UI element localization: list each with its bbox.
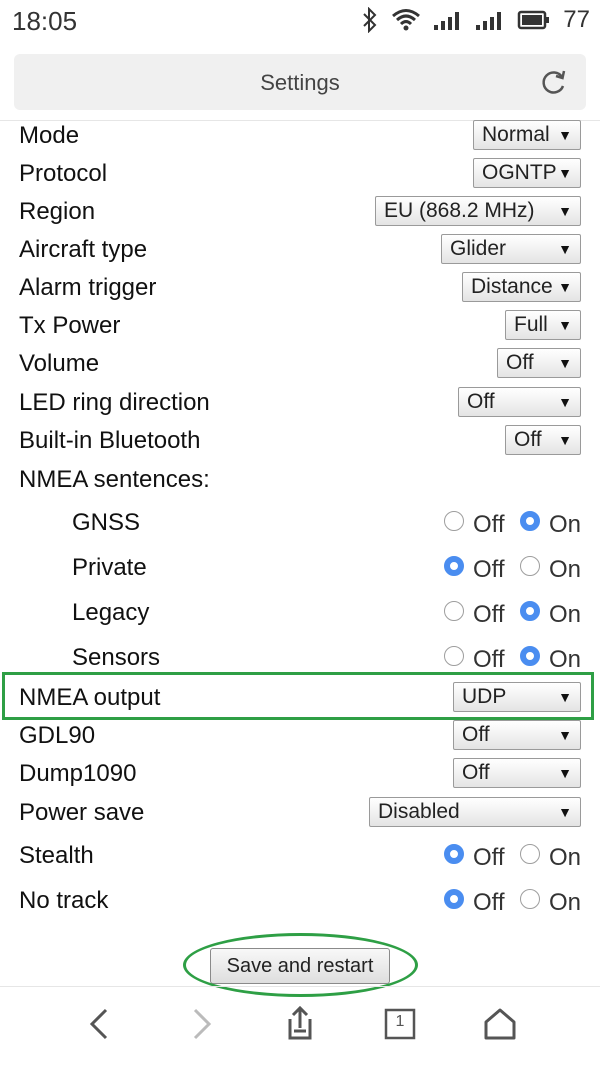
region-select[interactable]: EU (868.2 MHz) ▼ (375, 196, 581, 226)
status-bar: 18:05 77 (0, 0, 600, 44)
share-icon[interactable] (280, 1004, 320, 1044)
bluetooth-icon (361, 7, 379, 33)
setting-label: Tx Power (19, 312, 121, 339)
setting-label: Protocol (19, 160, 108, 187)
setting-label: Region (19, 198, 96, 225)
page-title: Settings (260, 70, 340, 95)
gdl90-select[interactable]: Off ▼ (453, 720, 581, 750)
back-icon[interactable] (80, 1004, 120, 1044)
dropdown-arrow-icon: ▼ (558, 765, 572, 781)
no-track-off-radio[interactable] (444, 889, 464, 909)
dropdown-arrow-icon: ▼ (558, 241, 572, 257)
private-on-radio[interactable] (520, 556, 540, 576)
tabs-button[interactable]: 1 (380, 1004, 420, 1044)
sensors-on-radio[interactable] (520, 646, 540, 666)
mode-select[interactable]: Normal ▼ (473, 120, 581, 150)
dropdown-arrow-icon: ▼ (558, 127, 572, 143)
stealth-off-radio[interactable] (444, 844, 464, 864)
protocol-select[interactable]: OGNTP ▼ (473, 158, 581, 188)
nmea-label: Legacy (72, 599, 150, 626)
setting-label: Power save (19, 799, 145, 826)
nmea-sentences-heading: NMEA sentences: (19, 466, 210, 493)
radio-label-on: On (549, 889, 582, 916)
battery-icon (517, 10, 551, 30)
tx-power-select[interactable]: Full ▼ (505, 310, 581, 340)
forward-icon[interactable] (181, 1004, 221, 1044)
setting-label: Aircraft type (19, 236, 148, 263)
radio-label-on: On (549, 844, 582, 871)
volume-select[interactable]: Off ▼ (497, 348, 581, 378)
sensors-off-radio[interactable] (444, 646, 464, 666)
divider (0, 986, 600, 987)
dump1090-select[interactable]: Off ▼ (453, 758, 581, 788)
reload-icon[interactable] (538, 67, 568, 97)
power-save-select[interactable]: Disabled ▼ (369, 797, 581, 827)
nmea-label: Sensors (72, 644, 161, 671)
no-track-on-radio[interactable] (520, 889, 540, 909)
radio-label-on: On (549, 601, 582, 628)
setting-label: Alarm trigger (19, 274, 157, 301)
legacy-on-radio[interactable] (520, 601, 540, 621)
battery-level: 77 (563, 6, 590, 33)
nmea-output-highlight-box (2, 672, 594, 720)
dropdown-arrow-icon: ▼ (558, 432, 572, 448)
setting-label: LED ring direction (19, 389, 210, 416)
status-time: 18:05 (12, 6, 78, 36)
radio-label-on: On (549, 556, 582, 583)
setting-label: Volume (19, 350, 100, 377)
home-icon[interactable] (480, 1004, 520, 1044)
setting-label: Dump1090 (19, 760, 137, 787)
browser-nav-bar: 1 (0, 990, 600, 1066)
setting-label: Stealth (19, 842, 94, 869)
radio-label-off: Off (473, 511, 505, 538)
radio-label-off: Off (473, 646, 505, 673)
gnss-on-radio[interactable] (520, 511, 540, 531)
dropdown-arrow-icon: ▼ (558, 317, 572, 333)
dropdown-arrow-icon: ▼ (558, 394, 572, 410)
stealth-on-radio[interactable] (520, 844, 540, 864)
radio-label-off: Off (473, 556, 505, 583)
radio-label-on: On (549, 511, 582, 538)
tab-count: 1 (395, 1013, 405, 1030)
private-off-radio[interactable] (444, 556, 464, 576)
legacy-off-radio[interactable] (444, 601, 464, 621)
dropdown-arrow-icon: ▼ (558, 165, 572, 181)
wifi-icon (391, 8, 421, 32)
dropdown-arrow-icon: ▼ (558, 355, 572, 371)
save-button-highlight-ellipse (183, 933, 418, 997)
radio-label-off: Off (473, 844, 505, 871)
gnss-off-radio[interactable] (444, 511, 464, 531)
setting-label: No track (19, 887, 109, 914)
setting-label: Mode (19, 122, 80, 149)
setting-label: GDL90 (19, 722, 96, 749)
dropdown-arrow-icon: ▼ (558, 203, 572, 219)
alarm-trigger-select[interactable]: Distance ▼ (462, 272, 581, 302)
address-bar[interactable]: Settings (14, 54, 586, 110)
bluetooth-select[interactable]: Off ▼ (505, 425, 581, 455)
aircraft-type-select[interactable]: Glider ▼ (441, 234, 581, 264)
led-ring-direction-select[interactable]: Off ▼ (458, 387, 581, 417)
nmea-label: GNSS (72, 509, 141, 536)
signal-icon-sim2 (475, 9, 505, 31)
radio-label-off: Off (473, 889, 505, 916)
radio-label-off: Off (473, 601, 505, 628)
setting-label: Built-in Bluetooth (19, 427, 201, 454)
dropdown-arrow-icon: ▼ (558, 727, 572, 743)
signal-icon-sim1 (433, 9, 463, 31)
dropdown-arrow-icon: ▼ (558, 804, 572, 820)
nmea-label: Private (72, 554, 147, 581)
dropdown-arrow-icon: ▼ (558, 279, 572, 295)
radio-label-on: On (549, 646, 582, 673)
